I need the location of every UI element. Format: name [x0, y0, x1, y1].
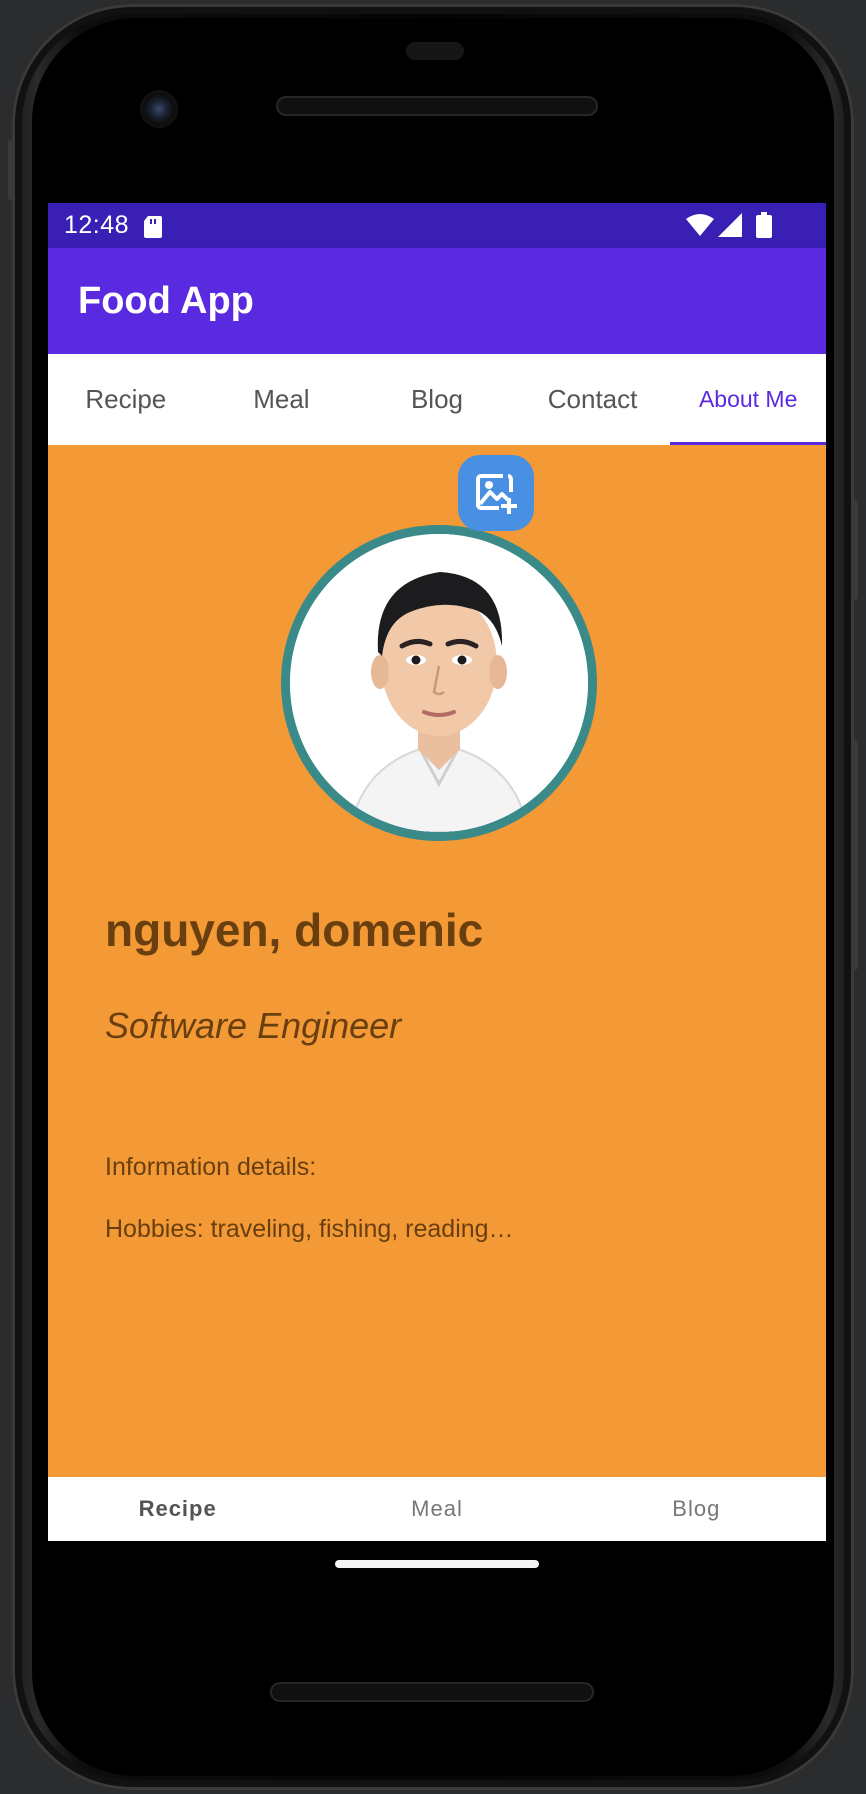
sd-card-icon: [144, 216, 162, 238]
tab-contact[interactable]: Contact: [515, 354, 671, 445]
app-title: Food App: [78, 280, 254, 322]
tab-meal[interactable]: Meal: [204, 354, 360, 445]
battery-icon: [756, 212, 772, 238]
tab-blog[interactable]: Blog: [359, 354, 515, 445]
avatar[interactable]: [281, 525, 597, 841]
top-tab-bar: Recipe Meal Blog Contact About Me: [48, 354, 826, 445]
add-photo-icon: [476, 474, 517, 514]
tab-recipe[interactable]: Recipe: [48, 354, 204, 445]
top-speaker-grille: [276, 96, 598, 116]
phone-power-button: [852, 740, 858, 970]
status-bar: 12:48: [48, 203, 826, 248]
cell-signal-icon: [718, 213, 742, 237]
profile-photo: [290, 534, 588, 832]
bottom-nav-recipe[interactable]: Recipe: [48, 1477, 307, 1541]
profile-name: nguyen, domenic: [105, 904, 484, 956]
bottom-nav-meal[interactable]: Meal: [307, 1477, 566, 1541]
app-bar: Food App: [48, 248, 826, 354]
phone-volume-button: [852, 500, 858, 600]
profile-job-title: Software Engineer: [105, 1005, 402, 1046]
avatar-container: [281, 525, 597, 841]
bottom-nav-blog[interactable]: Blog: [567, 1477, 826, 1541]
front-camera: [140, 90, 178, 128]
hobbies-text: Hobbies: traveling, fishing, reading…: [105, 1215, 514, 1243]
information-details-label: Information details:: [105, 1153, 317, 1181]
phone-side-button: [8, 140, 14, 200]
app-screen: 12:48 Food App Recipe Meal Blog Contact …: [48, 203, 826, 1541]
status-time: 12:48: [64, 211, 130, 239]
tab-about-me[interactable]: About Me: [670, 354, 826, 445]
earpiece: [406, 42, 464, 60]
home-indicator[interactable]: [335, 1560, 539, 1568]
bottom-navigation: Recipe Meal Blog: [48, 1477, 826, 1541]
bottom-speaker-grille: [270, 1682, 594, 1702]
add-photo-button[interactable]: [458, 455, 534, 531]
wifi-icon: [686, 214, 714, 236]
